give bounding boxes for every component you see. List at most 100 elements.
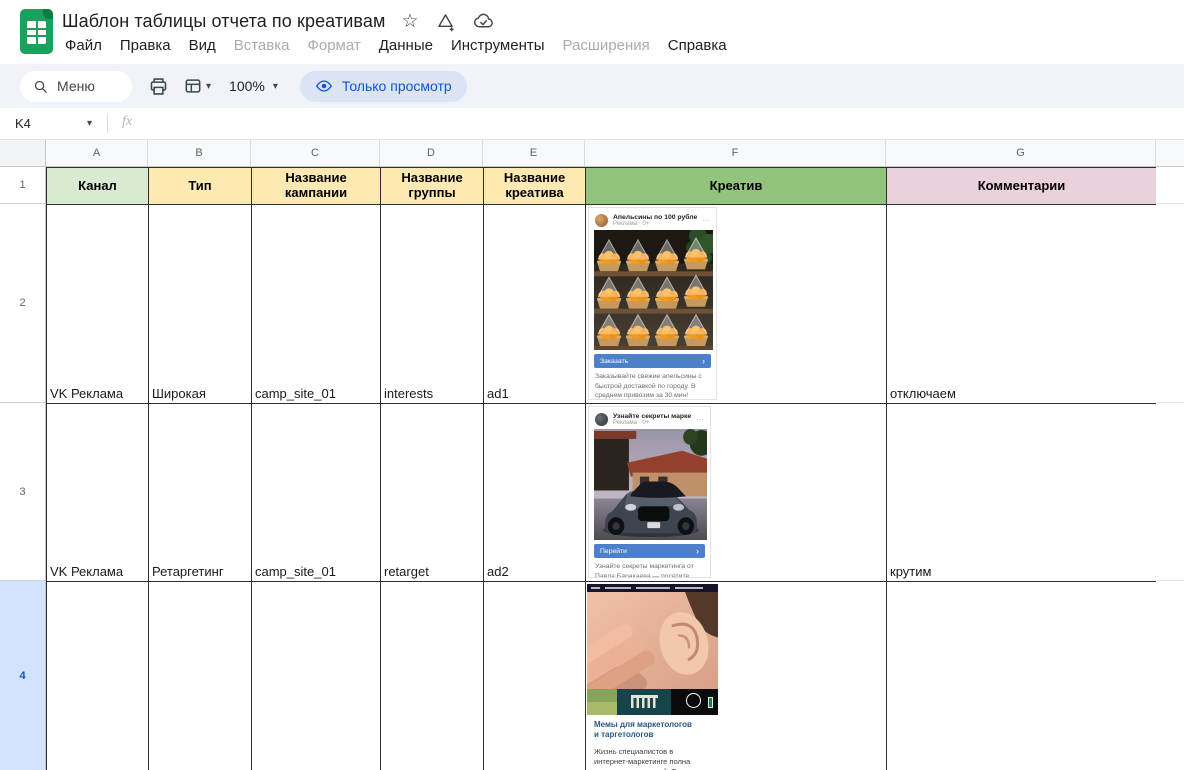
cell-a3[interactable]: VK Реклама — [47, 404, 149, 582]
cell-f3[interactable]: Узнайте секреты маркетинга! Реклама · 0+… — [586, 404, 887, 582]
ad-avatar — [595, 213, 608, 227]
ad-title: Узнайте секреты маркетинга! — [613, 412, 691, 420]
cell-a1[interactable]: Канал — [47, 168, 149, 205]
column-header-g[interactable]: G — [886, 140, 1156, 166]
column-header-f[interactable]: F — [585, 140, 886, 166]
menu-view[interactable]: Вид — [180, 35, 225, 56]
add-shortcut-icon[interactable] — [435, 11, 456, 32]
print-button[interactable] — [148, 76, 169, 97]
menu-edit[interactable]: Правка — [111, 35, 180, 56]
cell-b2[interactable]: Широкая — [149, 205, 252, 404]
cell-e2[interactable]: ad1 — [484, 205, 586, 404]
ad-photo-whisper — [587, 592, 718, 689]
cell-b1[interactable]: Тип — [149, 168, 252, 205]
cell-c1[interactable]: Название кампании — [252, 168, 381, 205]
column-headers: A B C D E F G — [0, 140, 1184, 167]
gridline — [1157, 203, 1184, 204]
star-icon[interactable]: ☆ — [401, 10, 418, 33]
ad-body-text: Заказывайте свежие апельсины с быстрой д… — [595, 373, 702, 400]
creative-image-car-ad: Узнайте секреты маркетинга! Реклама · 0+… — [588, 406, 711, 578]
column-header-b[interactable]: B — [148, 140, 251, 166]
select-all-corner[interactable] — [0, 140, 46, 167]
column-header-a[interactable]: A — [46, 140, 148, 166]
chevron-down-icon: ▾ — [87, 118, 93, 129]
cell-f1[interactable]: Креатив — [586, 168, 887, 205]
ad-meta: Реклама · 0+ — [613, 419, 650, 426]
cell-c4[interactable] — [252, 582, 381, 770]
menu-file[interactable]: Файл — [56, 35, 111, 56]
cell-f2[interactable]: Апельсины по 100 рублей за ки... Реклама… — [586, 205, 887, 404]
fx-icon: fx — [122, 114, 133, 129]
menu-data[interactable]: Данные — [370, 35, 442, 56]
column-header-e[interactable]: E — [483, 140, 585, 166]
creative-image-orange-ad: Апельсины по 100 рублей за ки... Реклама… — [588, 207, 717, 400]
more-options-icon: ⋯ — [702, 215, 710, 225]
cell-a4[interactable] — [47, 582, 149, 770]
more-options-icon: ⋯ — [696, 414, 704, 424]
table-icon — [185, 79, 201, 93]
ad-avatar — [595, 412, 608, 426]
ad-body-text: Узнайте секреты маркетинга от Павла Бара… — [595, 563, 694, 578]
cell-a2[interactable]: VK Реклама — [47, 205, 149, 404]
search-icon — [34, 80, 47, 93]
creative-image-meme-ad: Мемы для маркетологов и таргетологов Жиз… — [587, 584, 718, 770]
cell-c2[interactable]: camp_site_01 — [252, 205, 381, 404]
view-only-label: Только просмотр — [341, 78, 452, 94]
column-header-h-partial[interactable] — [1156, 140, 1184, 166]
menu-help[interactable]: Справка — [659, 35, 736, 56]
zoom-value: 100% — [229, 78, 265, 94]
cell-e4[interactable] — [484, 582, 586, 770]
active-cell-reference: K4 — [15, 116, 31, 131]
cell-c3[interactable]: camp_site_01 — [252, 404, 381, 582]
zoom-control[interactable]: 100% ▾ — [229, 78, 278, 94]
ad-cta-button: Перейти › — [594, 544, 705, 558]
row-header-1[interactable]: 1 — [0, 167, 46, 204]
spreadsheet-grid: Канал Тип Название кампании Название гру… — [46, 167, 1156, 770]
cell-f4[interactable]: Мемы для маркетологов и таргетологов Жиз… — [586, 582, 887, 770]
chevron-down-icon: ▾ — [206, 80, 212, 92]
cell-d3[interactable]: retarget — [381, 404, 484, 582]
cell-e3[interactable]: ad2 — [484, 404, 586, 582]
gridline — [1157, 580, 1184, 581]
ad-title: Апельсины по 100 рублей за ки... — [613, 213, 697, 221]
toolbar: Меню ▾ 100% ▾ Только просмотр — [0, 64, 1184, 108]
menu-format: Формат — [307, 37, 361, 54]
ad-meta: Реклама · 0+ — [613, 220, 650, 227]
cell-d2[interactable]: interests — [381, 205, 484, 404]
cell-b3[interactable]: Ретаргетинг — [149, 404, 252, 582]
menu-search-label: Меню — [57, 78, 95, 94]
document-status-cloud-icon[interactable] — [472, 11, 495, 32]
document-title[interactable]: Шаблон таблицы отчета по креативам — [62, 11, 385, 32]
column-header-d[interactable]: D — [380, 140, 483, 166]
gridline — [1157, 402, 1184, 403]
ad-photo-oranges — [594, 230, 713, 350]
formula-bar: K4 ▾ fx — [0, 108, 1184, 140]
ad-top-bar — [587, 584, 718, 592]
cell-e1[interactable]: Название креатива — [484, 168, 586, 205]
ad-meme-thumbnails — [587, 689, 718, 715]
cell-d4[interactable] — [381, 582, 484, 770]
view-only-chip[interactable]: Только просмотр — [299, 70, 467, 102]
cell-g4[interactable] — [887, 582, 1156, 770]
row-header-4-selected[interactable]: 4 — [0, 581, 46, 770]
cell-b4[interactable] — [149, 582, 252, 770]
arrow-right-icon: › — [696, 546, 699, 556]
row-header-2[interactable]: 2 — [0, 204, 46, 403]
cell-g2[interactable]: отключаем — [887, 205, 1156, 404]
menu-tools[interactable]: Инструменты — [442, 35, 554, 56]
column-header-c[interactable]: C — [251, 140, 380, 166]
row-header-3[interactable]: 3 — [0, 403, 46, 581]
menu-insert: Вставка — [233, 37, 290, 54]
cell-g1[interactable]: Комментарии — [887, 168, 1156, 205]
ad-link-title: Мемы для маркетологов и таргетологов — [594, 720, 692, 739]
title-bar: Шаблон таблицы отчета по креативам ☆ Фай… — [0, 0, 1184, 64]
table-views-button[interactable]: ▾ — [183, 76, 211, 96]
menu-search-button[interactable]: Меню — [20, 70, 132, 102]
sheets-logo-icon[interactable] — [20, 9, 53, 54]
google-sheets-app: Шаблон таблицы отчета по креативам ☆ Фай… — [0, 0, 1184, 770]
cell-g3[interactable]: крутим — [887, 404, 1156, 582]
cell-d1[interactable]: Название группы — [381, 168, 484, 205]
ad-cta-button: Заказать › — [594, 354, 711, 368]
eye-icon — [315, 80, 332, 92]
name-box[interactable]: K4 ▾ — [0, 108, 104, 139]
